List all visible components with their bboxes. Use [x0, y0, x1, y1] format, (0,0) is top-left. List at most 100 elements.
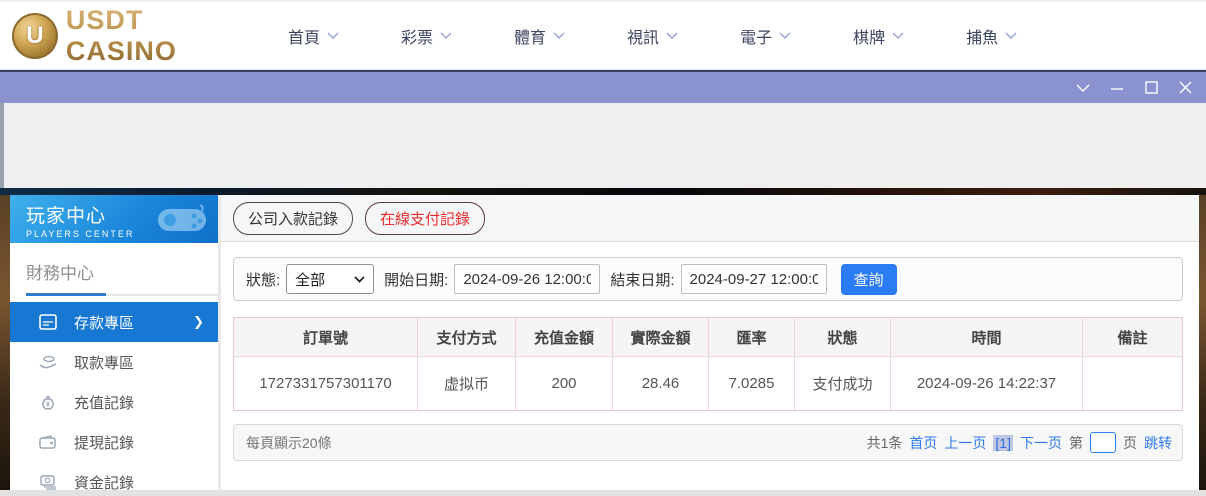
- main-panel: 公司入款記錄 在線支付記錄 狀態: 全部 開始日期: 結束日期: 查詢 訂單號 …: [218, 195, 1199, 490]
- deposit-card-icon: [38, 312, 58, 332]
- sidebar-item-deposit[interactable]: 存款專區 ❯: [10, 302, 218, 342]
- search-button[interactable]: 查詢: [840, 263, 897, 295]
- nav-item-home[interactable]: 首頁: [288, 24, 339, 48]
- start-date-label: 開始日期:: [384, 271, 449, 289]
- sidebar-item-funds-records[interactable]: 資金記錄: [10, 462, 218, 496]
- status-select-value: 全部: [295, 271, 326, 289]
- top-navbar: U USDT CASINO 首頁 彩票 體育 視訊 電子 棋牌 捕魚: [0, 0, 1206, 70]
- chevron-down-icon: [440, 31, 452, 39]
- sidebar-item-label: 提現記錄: [74, 434, 135, 452]
- nav-item-slots[interactable]: 電子: [740, 24, 791, 48]
- nav-menu: 首頁 彩票 體育 視訊 電子 棋牌 捕魚: [288, 24, 1079, 48]
- remark-value: [1083, 357, 1182, 410]
- finance-section-label: 財務中心: [26, 264, 94, 283]
- minimize-button[interactable]: [1102, 76, 1132, 100]
- app-window: U USDT CASINO 首頁 彩票 體育 視訊 電子 棋牌 捕魚 玩家中心 …: [0, 0, 1206, 496]
- players-center-header: 玩家中心 PLAYERS CENTER: [10, 195, 218, 243]
- banner-divider: [0, 188, 1206, 195]
- nav-label: 彩票: [401, 29, 434, 47]
- col-payment-method: 支付方式: [418, 318, 516, 356]
- window-titlebar: [0, 70, 1206, 103]
- time-value: 2024-09-26 14:22:37: [891, 357, 1083, 410]
- sidebar-item-withdrawal-records[interactable]: 提現記錄: [10, 422, 218, 462]
- nav-label: 電子: [740, 29, 773, 47]
- sidebar-item-label: 取款專區: [74, 354, 135, 372]
- sidebar-item-withdraw[interactable]: 取款專區: [10, 342, 218, 382]
- chevron-down-icon: [892, 31, 904, 39]
- maximize-button[interactable]: [1136, 76, 1166, 100]
- table-header-row: 訂單號 支付方式 充值金額 實際金額 匯率 狀態 時間 備註: [234, 318, 1182, 357]
- section-underline: [26, 293, 218, 296]
- nav-item-lottery[interactable]: 彩票: [401, 24, 452, 48]
- col-status: 狀態: [795, 318, 891, 356]
- start-date-input[interactable]: [454, 264, 601, 294]
- page-jump-input[interactable]: [1090, 432, 1116, 453]
- banner-area: [0, 103, 1206, 188]
- col-actual-amount: 實際金額: [613, 318, 709, 356]
- sidebar-item-recharge-records[interactable]: ¥ 充值記錄: [10, 382, 218, 422]
- col-recharge-amount: 充值金額: [516, 318, 613, 356]
- nav-label: 體育: [514, 29, 547, 47]
- first-page-link[interactable]: 首页: [909, 433, 937, 453]
- jump-prefix-label: 第: [1069, 434, 1083, 451]
- chevron-down-icon: [553, 31, 565, 39]
- pagination-bar: 每頁顯示20條 共1条 首页 上一页 [1] 下一页 第 页 跳转: [233, 424, 1183, 461]
- coins-icon: [38, 472, 58, 492]
- logo-coin-icon: U: [12, 12, 58, 59]
- nav-item-live[interactable]: 視訊: [627, 24, 678, 48]
- sidebar: 玩家中心 PLAYERS CENTER 財務中心 存款專區 ❯ 取款專區 ¥ 充…: [10, 195, 218, 492]
- sidebar-menu: 存款專區 ❯ 取款專區 ¥ 充值記錄 提現記錄 資金記錄: [10, 302, 218, 496]
- nav-item-fishing[interactable]: 捕魚: [966, 24, 1017, 48]
- brand-logo[interactable]: U USDT CASINO: [12, 5, 262, 67]
- end-date-input[interactable]: [680, 264, 827, 294]
- finance-section: 財務中心: [10, 243, 218, 296]
- chevron-down-icon: [1005, 31, 1017, 39]
- nav-item-cards[interactable]: 棋牌: [853, 24, 904, 48]
- moneybag-icon: ¥: [38, 392, 58, 412]
- order-number-value: 1727331757301170: [234, 357, 418, 410]
- svg-text:¥: ¥: [46, 401, 50, 408]
- status-select[interactable]: 全部: [286, 264, 375, 294]
- payment-method-value: 虚拟币: [418, 357, 516, 410]
- chevron-down-icon: [327, 31, 339, 39]
- sidebar-item-label: 資金記錄: [74, 474, 135, 492]
- nav-label: 捕魚: [966, 29, 999, 47]
- chevron-right-icon: ❯: [193, 314, 204, 329]
- current-page-badge: [1]: [993, 434, 1013, 451]
- col-remark: 備註: [1117, 329, 1148, 347]
- page-size-text: 每頁顯示20條: [246, 434, 332, 451]
- chevron-down-icon: [779, 31, 791, 39]
- wallet-icon: [38, 432, 58, 452]
- prev-page-link[interactable]: 上一页: [944, 433, 986, 453]
- pager: 共1条 首页 上一页 [1] 下一页 第 页 跳转: [860, 432, 1172, 453]
- jump-suffix-label: 页: [1123, 434, 1137, 451]
- table-row: 1727331757301170 虚拟币 200 28.46 7.0285 支付…: [234, 357, 1182, 410]
- nav-label: 首頁: [288, 29, 321, 47]
- next-page-link[interactable]: 下一页: [1020, 433, 1062, 453]
- gamepad-icon: [158, 204, 206, 231]
- nav-item-sports[interactable]: 體育: [514, 24, 565, 48]
- titlebar-chevron-down-icon[interactable]: [1068, 76, 1098, 100]
- col-time: 時間: [891, 318, 1083, 356]
- withdraw-hand-icon: [38, 352, 58, 372]
- tab-online-payment-records[interactable]: 在線支付記錄: [365, 201, 486, 235]
- close-button[interactable]: [1170, 76, 1200, 100]
- records-table: 訂單號 支付方式 充值金額 實際金額 匯率 狀態 時間 備註 172733175…: [233, 317, 1183, 411]
- end-date-label: 結束日期:: [610, 271, 675, 289]
- filter-bar: 狀態: 全部 開始日期: 結束日期: 查詢: [233, 257, 1183, 301]
- nav-label: 視訊: [627, 29, 660, 47]
- sidebar-item-label: 存款專區: [74, 314, 135, 332]
- exchange-rate-value: 7.0285: [709, 357, 795, 410]
- logo-letter: U: [26, 21, 44, 49]
- brand-name: USDT CASINO: [66, 5, 262, 67]
- jump-action-link[interactable]: 跳转: [1144, 433, 1172, 453]
- chevron-down-icon: [666, 31, 678, 39]
- nav-label: 棋牌: [853, 29, 886, 47]
- tab-company-deposit-records[interactable]: 公司入款記錄: [233, 201, 354, 235]
- recharge-amount-value: 200: [516, 357, 613, 410]
- col-order-number: 訂單號: [234, 318, 418, 356]
- chevron-down-icon: [354, 275, 365, 283]
- actual-amount-value: 28.46: [613, 357, 709, 410]
- sidebar-item-label: 充值記錄: [74, 394, 135, 412]
- status-value: 支付成功: [795, 357, 891, 410]
